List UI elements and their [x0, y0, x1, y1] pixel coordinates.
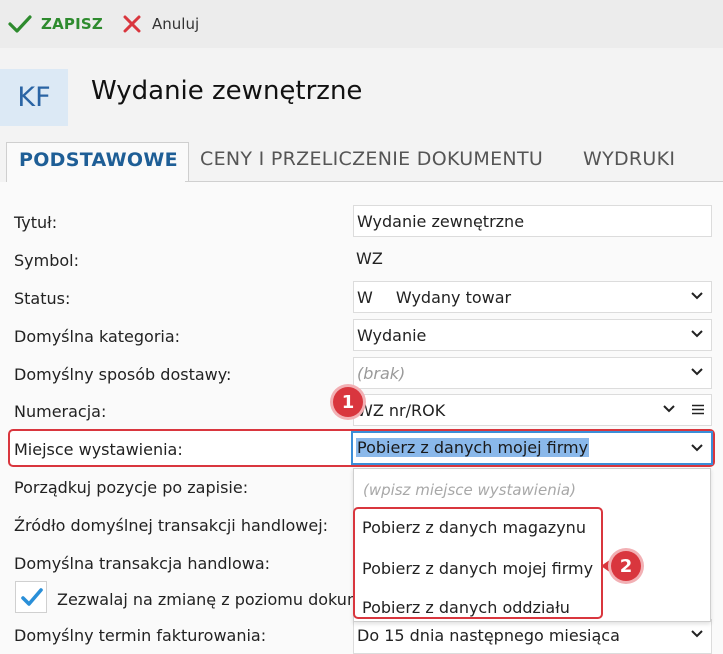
chevron-down-icon — [691, 330, 703, 338]
billing-term-value: Do 15 dnia następnego miesiąca — [357, 626, 620, 645]
dropdown-search-placeholder[interactable]: (wpisz miejsce wystawienia) — [363, 481, 576, 499]
symbol-value-field: WZ — [353, 243, 712, 275]
options-highlight-frame — [353, 507, 603, 619]
tab-wydruki[interactable]: WYDRUKI — [583, 148, 675, 170]
category-value: Wydanie — [357, 326, 427, 345]
annotation-arrow — [601, 559, 611, 573]
save-button[interactable]: ZAPISZ — [8, 12, 103, 36]
tab-podstawowe[interactable]: PODSTAWOWE — [6, 142, 189, 182]
allow-change-checkbox[interactable] — [15, 581, 47, 613]
title-label: Tytuł: — [14, 213, 58, 232]
symbol-label: Symbol: — [14, 251, 79, 270]
save-button-label: ZAPISZ — [41, 15, 103, 33]
transaction-source-label: Źródło domyślnej transakcji handlowej: — [14, 516, 329, 535]
issue-place-value: Pobierz z danych mojej firmy — [356, 438, 590, 457]
check-icon — [8, 15, 32, 33]
symbol-value: WZ — [356, 249, 383, 268]
title-value: Wydanie zewnętrzne — [357, 212, 525, 231]
annotation-marker-2: 2 — [611, 551, 641, 581]
page-title: Wydanie zewnętrzne — [91, 76, 363, 106]
category-label: Domyślna kategoria: — [14, 327, 181, 346]
chevron-down-icon — [663, 405, 675, 413]
numbering-select[interactable]: WZ nr/ROK — [353, 394, 712, 426]
delivery-select[interactable]: (brak) — [353, 357, 712, 389]
tab-ceny-i-przeliczenie[interactable]: CENY I PRZELICZENIE DOKUMENTU — [200, 148, 543, 170]
chevron-down-icon — [691, 630, 703, 638]
status-label: Status: — [14, 289, 71, 308]
numbering-label: Numeracja: — [14, 402, 107, 421]
allow-change-label: Zezwalaj na zmianę z poziomu dokum — [57, 590, 363, 609]
default-transaction-label: Domyślna transakcja handlowa: — [14, 554, 271, 573]
menu-icon[interactable] — [692, 404, 704, 415]
page-header: KF Wydanie zewnętrzne — [0, 52, 723, 142]
annotation-marker-1: 1 — [333, 387, 363, 417]
cancel-button-label: Anuluj — [152, 15, 200, 33]
status-select[interactable]: W Wydany towar — [353, 281, 712, 313]
title-input[interactable]: Wydanie zewnętrzne — [353, 205, 712, 237]
status-code: W — [357, 288, 373, 307]
chevron-down-icon — [691, 368, 703, 376]
delivery-placeholder: (brak) — [357, 364, 406, 383]
chevron-down-icon — [691, 292, 703, 300]
billing-term-select[interactable]: Do 15 dnia następnego miesiąca — [353, 619, 712, 654]
module-badge: KF — [0, 69, 68, 126]
check-icon — [21, 588, 43, 606]
delivery-label: Domyślny sposób dostawy: — [14, 365, 232, 384]
tab-bar: PODSTAWOWE CENY I PRZELICZENIE DOKUMENTU… — [0, 142, 723, 182]
status-value: Wydany towar — [395, 288, 512, 307]
cancel-button[interactable]: Anuluj — [122, 12, 199, 36]
numbering-value: WZ nr/ROK — [357, 401, 446, 420]
billing-term-label: Domyślny termin fakturowania: — [14, 626, 267, 645]
category-select[interactable]: Wydanie — [353, 319, 712, 351]
toolbar: ZAPISZ Anuluj — [0, 0, 723, 48]
issue-place-select[interactable]: Pobierz z danych mojej firmy — [351, 431, 713, 465]
chevron-down-icon — [691, 444, 703, 452]
sort-items-label: Porządkuj pozycje po zapisie: — [14, 478, 249, 497]
close-icon — [123, 15, 141, 33]
issue-place-label: Miejsce wystawienia: — [14, 440, 183, 459]
